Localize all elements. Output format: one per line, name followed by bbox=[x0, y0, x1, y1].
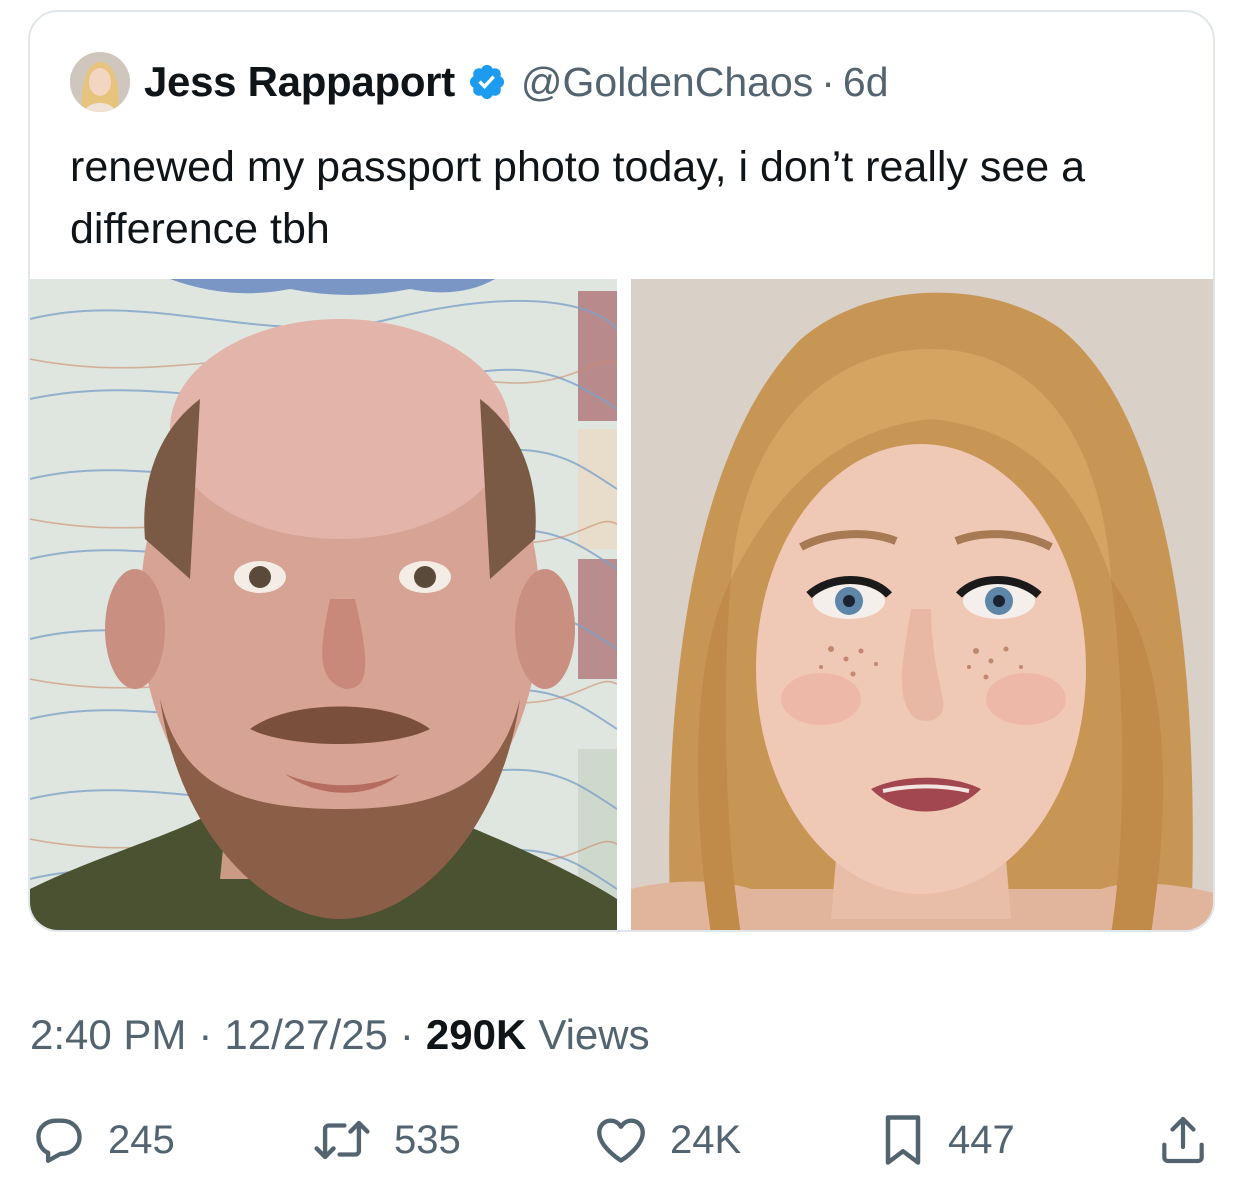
tweet-text: renewed my passport photo today, i don’t… bbox=[70, 143, 1086, 253]
views-label: Views bbox=[538, 1011, 650, 1058]
tweet-media-grid bbox=[30, 279, 1213, 930]
reply-count: 245 bbox=[108, 1117, 175, 1162]
like-button[interactable]: 24K bbox=[592, 1108, 741, 1172]
views-count: 290K bbox=[425, 1011, 527, 1058]
passport-photo[interactable] bbox=[30, 279, 617, 930]
like-count: 24K bbox=[670, 1117, 742, 1162]
verified-badge-icon bbox=[467, 62, 507, 102]
author-display-name[interactable]: Jess Rappaport bbox=[144, 58, 455, 106]
author-handle[interactable]: @GoldenChaos bbox=[521, 59, 813, 106]
reply-button[interactable]: 245 bbox=[30, 1108, 175, 1172]
tweet-date[interactable]: 12/27/25 bbox=[224, 1011, 388, 1059]
repost-button[interactable]: 535 bbox=[310, 1108, 461, 1172]
bookmark-icon bbox=[878, 1110, 928, 1170]
share-icon bbox=[1155, 1111, 1211, 1169]
quoted-tweet-card[interactable]: Jess Rappaport @GoldenChaos · 6d renewed… bbox=[28, 10, 1215, 932]
bookmark-count: 447 bbox=[948, 1117, 1015, 1162]
selfie-photo[interactable] bbox=[631, 279, 1213, 930]
tweet-time[interactable]: 2:40 PM bbox=[30, 1011, 186, 1059]
tweet-meta-line: 2:40 PM · 12/27/25 · 290K Views bbox=[30, 1010, 650, 1060]
reply-icon bbox=[30, 1111, 88, 1169]
repost-count: 535 bbox=[394, 1117, 461, 1162]
tweet-age[interactable]: 6d bbox=[843, 59, 889, 106]
tweet-author-row: Jess Rappaport @GoldenChaos · 6d bbox=[70, 52, 889, 112]
tweet-action-bar: 245 535 24K 447 bbox=[30, 1108, 1215, 1172]
bookmark-button[interactable]: 447 bbox=[878, 1108, 1015, 1172]
tweet-detail-page: Jess Rappaport @GoldenChaos · 6d renewed… bbox=[0, 0, 1242, 1203]
heart-icon bbox=[592, 1111, 650, 1169]
separator-dot: · bbox=[821, 58, 835, 105]
separator-dot: · bbox=[399, 1011, 414, 1058]
repost-icon bbox=[310, 1111, 374, 1169]
share-button[interactable] bbox=[1155, 1108, 1211, 1172]
separator-dot: · bbox=[198, 1011, 213, 1058]
avatar[interactable] bbox=[70, 52, 130, 112]
